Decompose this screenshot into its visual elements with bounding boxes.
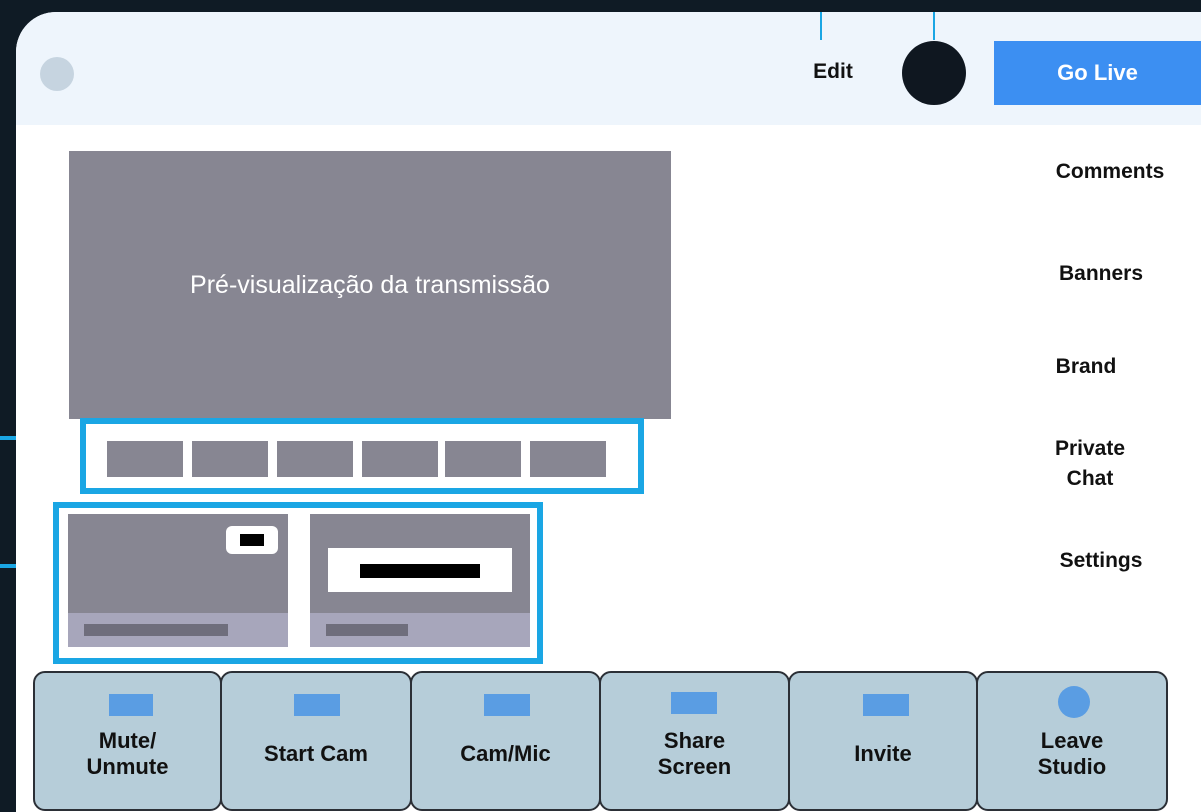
invite-icon [863, 694, 909, 716]
sidebar-item-comments[interactable]: Comments [1025, 157, 1195, 187]
sidebar-item-brand[interactable]: Brand [1001, 352, 1171, 382]
sidebar-item-settings[interactable]: Settings [1016, 546, 1186, 576]
cam-mic-button[interactable]: Cam/Mic [410, 671, 601, 811]
dock-button-label: Share Screen [657, 728, 732, 779]
dock-button-label: Invite [854, 741, 912, 766]
dock-button-label: Start Cam [264, 741, 368, 766]
dock-button-label: Cam/Mic [460, 741, 551, 766]
avatar[interactable] [902, 41, 966, 105]
leave-icon [1058, 686, 1090, 718]
participant-cards [53, 502, 543, 664]
scene-thumbnail[interactable] [192, 441, 268, 477]
mic-icon [109, 694, 153, 716]
scene-thumbnail[interactable] [277, 441, 353, 477]
scene-thumbnail[interactable] [445, 441, 521, 477]
sidebar-item-private-chat[interactable]: Private Chat [1005, 434, 1175, 494]
card-banner [328, 548, 512, 592]
leave-studio-button[interactable]: Leave Studio [976, 671, 1168, 811]
share-screen-button[interactable]: Share Screen [599, 671, 790, 811]
invite-button[interactable]: Invite [788, 671, 978, 811]
mute-unmute-button[interactable]: Mute/ Unmute [33, 671, 222, 811]
card-footer [68, 613, 288, 647]
top-bar: Edit Go Live [16, 12, 1201, 125]
participant-card[interactable] [68, 514, 288, 647]
camera-icon [294, 694, 340, 716]
scene-thumbnail[interactable] [530, 441, 606, 477]
sidebar-item-banners[interactable]: Banners [1016, 259, 1186, 289]
edit-button[interactable]: Edit [796, 60, 870, 86]
status-indicator [40, 57, 74, 91]
device-settings-icon [484, 694, 530, 716]
card-badge[interactable] [226, 526, 278, 554]
dock-button-label: Mute/ Unmute [86, 728, 169, 779]
scene-thumbnail[interactable] [362, 441, 438, 477]
broadcast-preview: Pré-visualização da transmissão [69, 151, 671, 419]
card-name-placeholder [326, 624, 408, 636]
screen-share-icon [671, 692, 717, 714]
card-name-placeholder [84, 624, 228, 636]
preview-label: Pré-visualização da transmissão [190, 270, 550, 299]
edit-callout-line [820, 12, 822, 40]
scene-thumbnail-strip [80, 418, 644, 494]
dock-button-label: Leave Studio [1037, 728, 1107, 779]
card-footer [310, 613, 530, 647]
start-cam-button[interactable]: Start Cam [220, 671, 412, 811]
participant-card[interactable] [310, 514, 530, 647]
go-live-button[interactable]: Go Live [994, 41, 1201, 105]
scene-thumbnail[interactable] [107, 441, 183, 477]
avatar-callout-line [933, 12, 935, 40]
